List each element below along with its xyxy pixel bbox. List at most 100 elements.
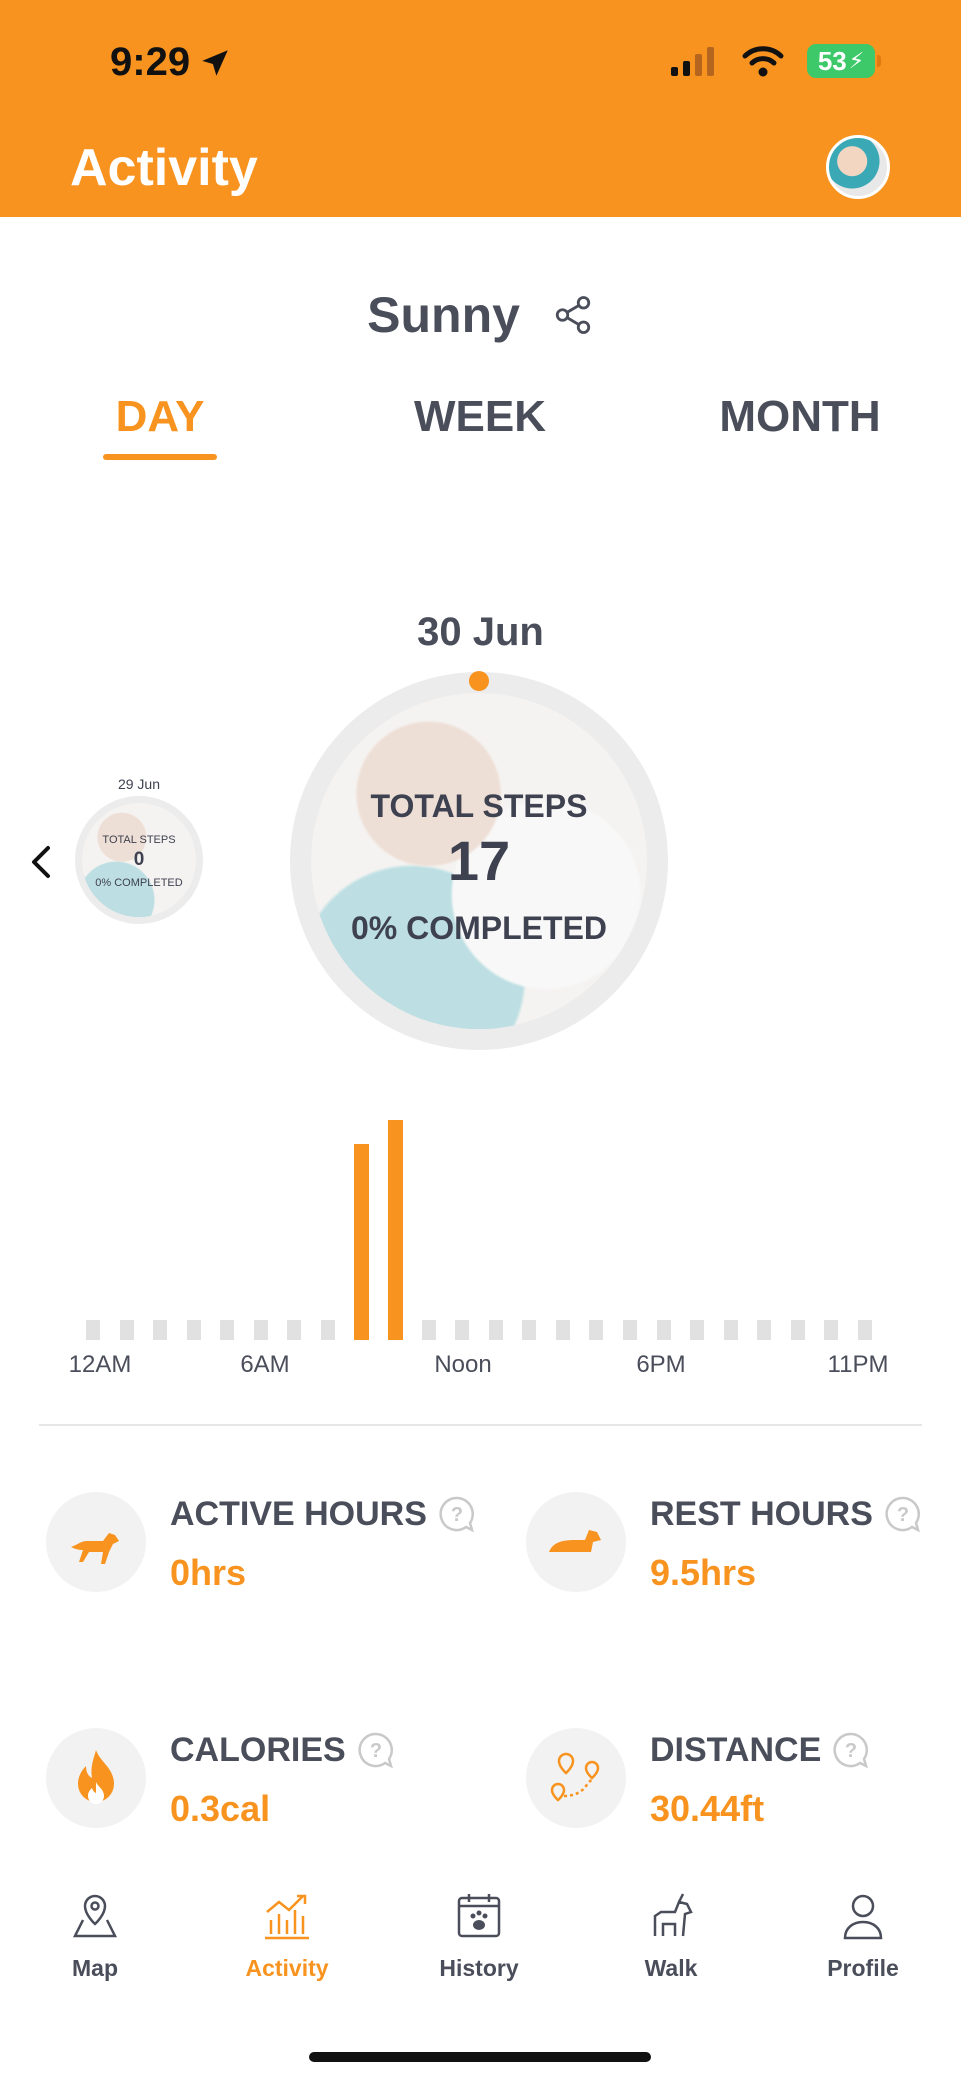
progress-dot <box>469 671 489 691</box>
resting-dog-icon <box>549 1530 601 1552</box>
hour-empty-tick <box>86 1320 100 1340</box>
active-hours-label-row: ACTIVE HOURS ? <box>170 1494 477 1534</box>
hour-empty-tick <box>153 1320 168 1340</box>
hour-empty-tick <box>858 1320 872 1340</box>
x-axis-label: 12AM <box>68 1351 132 1378</box>
calories-label: CALORIES <box>170 1730 346 1769</box>
map-pin-icon <box>72 1894 118 1938</box>
calories-label-row: CALORIES ? <box>170 1730 396 1770</box>
help-icon[interactable]: ? <box>437 1494 477 1534</box>
tabbar-history-label: History <box>439 1955 519 1981</box>
person-icon <box>843 1894 883 1940</box>
hour-empty-tick <box>824 1320 839 1340</box>
help-icon[interactable]: ? <box>883 1494 923 1534</box>
tab-month[interactable]: MONTH <box>690 392 910 442</box>
status-time-text: 9:29 <box>110 40 191 84</box>
previous-total-steps-value: 0 <box>133 849 145 870</box>
calories-icon-badge <box>46 1728 146 1828</box>
app-header: 9:29 53 ⚡ Activity <box>0 0 961 217</box>
hour-empty-tick <box>790 1320 805 1340</box>
hour-bar <box>387 1120 403 1340</box>
hour-empty-tick <box>186 1320 201 1340</box>
tabbar-activity[interactable]: Activity <box>212 1890 362 1982</box>
previous-completion-percent: 0% COMPLETED <box>95 877 183 889</box>
tabbar-walk[interactable]: Walk <box>596 1890 746 1982</box>
hour-empty-tick <box>522 1320 537 1340</box>
hour-empty-tick <box>757 1320 772 1340</box>
page-title: Activity <box>70 139 258 197</box>
tab-week[interactable]: WEEK <box>380 392 580 442</box>
active-tab-indicator <box>103 454 217 460</box>
tabbar-map-label: Map <box>72 1955 118 1981</box>
status-icons: 53 ⚡ <box>669 44 881 78</box>
bottom-tab-bar: Map Activity History Walk Profile <box>0 1890 961 2010</box>
dog-name-row: Sunny <box>0 282 961 344</box>
active-hours-icon-badge <box>46 1492 146 1592</box>
active-hours-value: 0hrs <box>170 1552 247 1593</box>
wifi-icon <box>742 46 784 77</box>
route-pins-icon <box>550 1752 600 1802</box>
previous-day-date: 29 Jun <box>117 776 161 792</box>
x-axis-label: 11PM <box>827 1351 889 1378</box>
x-axis-label: Noon <box>434 1351 492 1378</box>
tabbar-history[interactable]: History <box>404 1890 554 1982</box>
hour-empty-tick <box>589 1320 604 1340</box>
hour-empty-tick <box>623 1320 638 1340</box>
hour-empty-tick <box>555 1320 570 1340</box>
hour-empty-tick <box>723 1320 738 1340</box>
hour-empty-tick <box>488 1320 503 1340</box>
home-indicator <box>309 2052 651 2062</box>
distance-value: 30.44ft <box>650 1788 765 1829</box>
svg-text:?: ? <box>451 1504 463 1526</box>
calendar-paw-icon <box>457 1894 501 1938</box>
active-hours-label: ACTIVE HOURS <box>170 1494 427 1533</box>
completion-percent: 0% COMPLETED <box>350 910 608 946</box>
hour-bar <box>354 1144 370 1340</box>
hour-empty-tick <box>220 1320 235 1340</box>
running-dog-icon <box>71 1533 119 1564</box>
battery-indicator: 53 ⚡ <box>807 44 881 78</box>
help-icon[interactable]: ? <box>356 1730 396 1770</box>
total-steps-title: TOTAL STEPS <box>370 788 588 824</box>
avatar[interactable] <box>826 135 890 199</box>
tabbar-activity-label: Activity <box>245 1955 329 1981</box>
share-icon[interactable] <box>552 294 594 336</box>
tabbar-profile[interactable]: Profile <box>788 1890 938 1982</box>
svg-text:?: ? <box>370 1740 382 1762</box>
hour-empty-tick <box>421 1320 436 1340</box>
hour-empty-tick <box>320 1320 335 1340</box>
distance-label-row: DISTANCE ? <box>650 1730 871 1770</box>
previous-total-steps-title: TOTAL STEPS <box>102 834 176 846</box>
divider <box>39 1424 922 1426</box>
battery-level: 53 <box>817 45 847 76</box>
activity-chart-icon <box>265 1894 309 1940</box>
distance-icon-badge <box>526 1728 626 1828</box>
tabbar-walk-label: Walk <box>644 1955 698 1981</box>
location-arrow-icon <box>202 49 228 76</box>
calories-value: 0.3cal <box>170 1788 271 1829</box>
rest-hours-label-row: REST HOURS ? <box>650 1494 923 1534</box>
x-axis-label: 6AM <box>240 1351 290 1378</box>
hour-empty-tick <box>656 1320 671 1340</box>
svg-text:?: ? <box>845 1740 857 1762</box>
hour-empty-tick <box>455 1320 470 1340</box>
charging-bolt-icon: ⚡ <box>848 48 865 73</box>
tabbar-map[interactable]: Map <box>20 1890 170 1982</box>
current-day-date: 30 Jun <box>417 610 544 654</box>
status-time: 9:29 <box>110 40 232 85</box>
flame-icon <box>78 1750 114 1804</box>
chevron-left-icon[interactable] <box>26 842 56 882</box>
hour-empty-tick <box>119 1320 134 1340</box>
tabbar-profile-label: Profile <box>827 1955 899 1981</box>
help-icon[interactable]: ? <box>831 1730 871 1770</box>
tab-day[interactable]: DAY <box>60 392 260 442</box>
total-steps-value: 17 <box>447 829 511 892</box>
dog-walk-icon <box>653 1893 693 1937</box>
hourly-steps-chart <box>0 1100 961 1380</box>
hour-empty-tick <box>690 1320 705 1340</box>
svg-text:?: ? <box>897 1504 909 1526</box>
period-tabs: DAY WEEK MONTH <box>0 392 961 472</box>
hour-empty-tick <box>287 1320 302 1340</box>
cellular-signal-icon <box>671 47 714 76</box>
rest-hours-label: REST HOURS <box>650 1494 873 1533</box>
